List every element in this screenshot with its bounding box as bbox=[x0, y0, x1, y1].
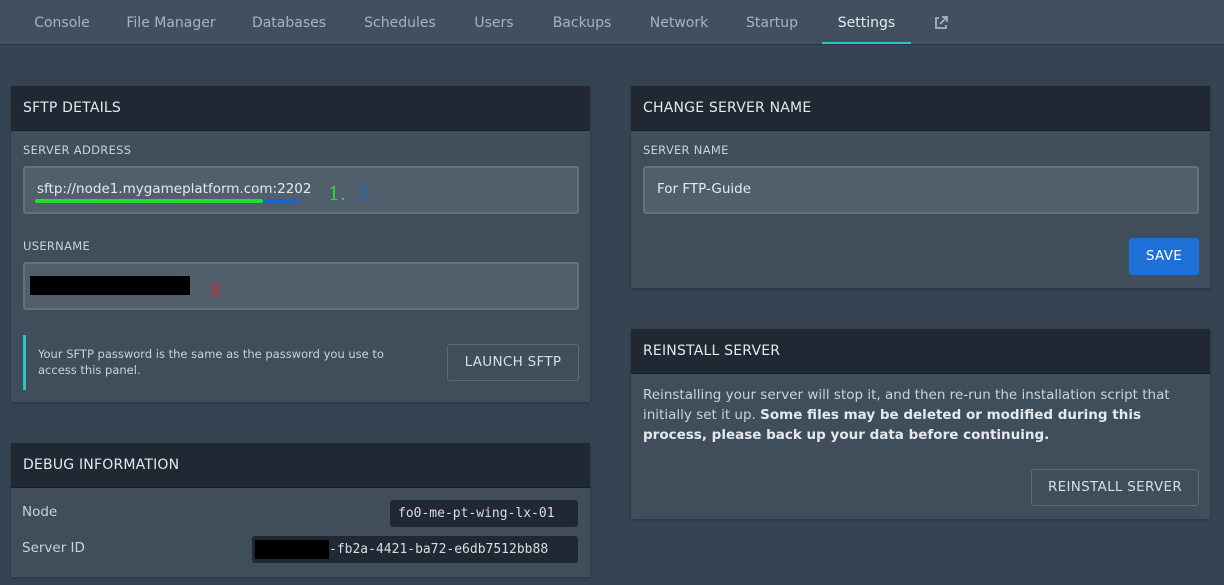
sftp-details-panel: SFTP DETAILS SERVER ADDRESS sftp://node1… bbox=[11, 86, 590, 402]
reinstall-server-button[interactable]: REINSTALL SERVER bbox=[1031, 469, 1199, 506]
change-server-name-title: CHANGE SERVER NAME bbox=[643, 100, 812, 116]
server-id-label: Server ID bbox=[22, 540, 85, 556]
top-nav: Console File Manager Databases Schedules… bbox=[0, 0, 1224, 45]
save-button[interactable]: SAVE bbox=[1129, 238, 1199, 275]
annotation-1: 1. bbox=[328, 183, 347, 205]
username-redaction bbox=[30, 276, 190, 295]
info-accent-bar bbox=[23, 335, 26, 390]
server-address-label: SERVER ADDRESS bbox=[23, 143, 132, 157]
external-link-icon[interactable] bbox=[933, 15, 949, 31]
server-id-redaction bbox=[255, 540, 329, 559]
sftp-details-title: SFTP DETAILS bbox=[23, 100, 122, 116]
annotation-underline-blue bbox=[263, 199, 299, 203]
annotation-2: 2. bbox=[356, 183, 375, 205]
tab-console[interactable]: Console bbox=[20, 0, 104, 44]
node-value: fo0-me-pt-wing-lx-01 bbox=[390, 500, 578, 527]
server-address-field[interactable]: sftp://node1.mygameplatform.com:2202 bbox=[23, 166, 579, 214]
reinstall-server-panel: REINSTALL SERVER Reinstalling your serve… bbox=[631, 329, 1210, 519]
tab-users[interactable]: Users bbox=[461, 0, 527, 44]
server-name-label: SERVER NAME bbox=[643, 143, 729, 157]
tab-backups[interactable]: Backups bbox=[539, 0, 625, 44]
debug-info-panel: DEBUG INFORMATION Node fo0-me-pt-wing-lx… bbox=[11, 443, 590, 577]
tab-databases[interactable]: Databases bbox=[240, 0, 338, 44]
launch-sftp-button[interactable]: LAUNCH SFTP bbox=[447, 344, 579, 381]
tab-schedules[interactable]: Schedules bbox=[351, 0, 449, 44]
reinstall-description: Reinstalling your server will stop it, a… bbox=[643, 385, 1191, 445]
reinstall-server-title: REINSTALL SERVER bbox=[643, 343, 781, 359]
tab-file-manager[interactable]: File Manager bbox=[114, 0, 228, 44]
debug-info-header: DEBUG INFORMATION bbox=[11, 443, 590, 488]
sftp-password-info: Your SFTP password is the same as the pa… bbox=[38, 347, 384, 377]
server-name-input[interactable]: For FTP-Guide bbox=[643, 166, 1199, 214]
annotation-3: 3. bbox=[208, 279, 227, 301]
tab-network[interactable]: Network bbox=[636, 0, 722, 44]
change-server-name-header: CHANGE SERVER NAME bbox=[631, 86, 1210, 131]
annotation-underline-green bbox=[35, 199, 263, 203]
tab-startup[interactable]: Startup bbox=[733, 0, 811, 44]
tab-settings[interactable]: Settings bbox=[822, 0, 911, 44]
change-server-name-panel: CHANGE SERVER NAME SERVER NAME For FTP-G… bbox=[631, 86, 1210, 288]
debug-info-title: DEBUG INFORMATION bbox=[23, 457, 180, 473]
server-address-value: sftp://node1.mygameplatform.com:2202 bbox=[37, 181, 312, 197]
node-label: Node bbox=[22, 504, 58, 520]
reinstall-server-header: REINSTALL SERVER bbox=[631, 329, 1210, 374]
username-label: USERNAME bbox=[23, 239, 91, 253]
server-name-value: For FTP-Guide bbox=[657, 181, 752, 197]
sftp-details-header: SFTP DETAILS bbox=[11, 86, 590, 131]
